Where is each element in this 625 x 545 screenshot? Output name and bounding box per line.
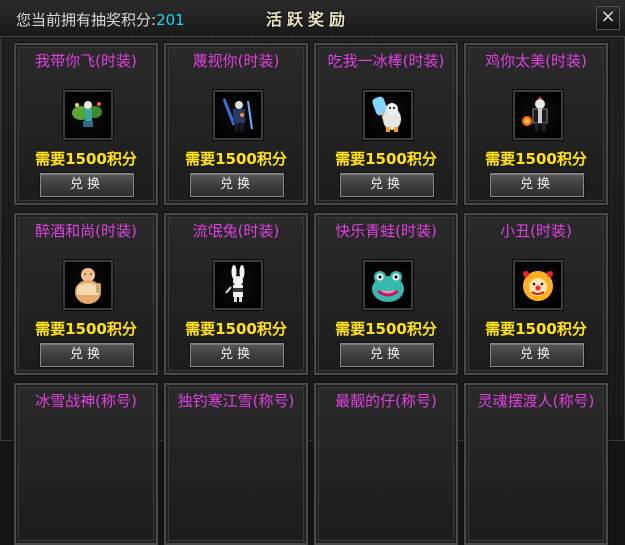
reward-cost: 需要1500积分 [35, 320, 137, 338]
redeem-button[interactable]: 兑换 [190, 343, 284, 367]
reward-name: 蔑视你(时装) [192, 52, 280, 70]
reward-card: 醉酒和尚(时装) 需要1500积分兑换 [13, 212, 159, 376]
reward-name: 冰雪战神(称号) [35, 392, 137, 410]
reward-grid: 我带你飞(时装) 需要1500积分 兑换 蔑视你(时装) 需要1500积分 兑换 吃我一冰棒… [0, 0, 625, 545]
redeem-button[interactable]: 兑换 [490, 173, 584, 197]
reward-card: 最靓的仔(称号) [313, 382, 459, 545]
reward-cost: 需要1500积分 [335, 150, 437, 168]
reward-cost: 需要1500积分 [335, 320, 437, 338]
reward-cost: 需要1500积分 [185, 150, 287, 168]
happy-frog-fashion-icon[interactable] [362, 259, 414, 311]
reward-name: 灵魂摆渡人(称号) [477, 392, 595, 410]
drunk-monk-fashion-icon[interactable] [62, 259, 114, 311]
reward-card: 吃我一冰棒(时装) 需要1500积分兑换 [313, 42, 459, 206]
redeem-button[interactable]: 兑换 [490, 343, 584, 367]
reward-name: 最靓的仔(称号) [335, 392, 437, 410]
redeem-button[interactable]: 兑换 [40, 343, 134, 367]
reward-cost: 需要1500积分 [485, 150, 587, 168]
redeem-button[interactable]: 兑换 [40, 173, 134, 197]
ice-popsicle-fashion-icon[interactable] [362, 89, 414, 141]
reward-name: 我带你飞(时装) [35, 52, 137, 70]
reward-card: 鸡你太美(时装) 需要1500积分兑换 [463, 42, 609, 206]
redeem-button[interactable]: 兑换 [340, 173, 434, 197]
reward-name: 鸡你太美(时装) [485, 52, 587, 70]
reward-cost: 需要1500积分 [35, 150, 137, 168]
reward-card: 流氓兔(时装) 需要1500积分兑换 [163, 212, 309, 376]
reward-card: 我带你飞(时装) 需要1500积分兑换 [13, 42, 159, 206]
reward-card: 快乐青蛙(时装) 需要1500积分兑换 [313, 212, 459, 376]
chicken-fashion-icon[interactable] [512, 89, 564, 141]
reward-card: 独钓寒江雪(称号) [163, 382, 309, 545]
reward-name: 醉酒和尚(时装) [35, 222, 137, 240]
rogue-rabbit-fashion-icon[interactable] [212, 259, 264, 311]
reward-card: 小丑(时装) 需要1500积分兑换 [463, 212, 609, 376]
armored-fashion-icon[interactable] [212, 89, 264, 141]
redeem-button[interactable]: 兑换 [340, 343, 434, 367]
reward-cost: 需要1500积分 [485, 320, 587, 338]
reward-cost: 需要1500积分 [185, 320, 287, 338]
reward-name: 吃我一冰棒(时装) [327, 52, 445, 70]
reward-name: 独钓寒江雪(称号) [177, 392, 295, 410]
flying-fashion-icon[interactable] [62, 89, 114, 141]
reward-name: 快乐青蛙(时装) [335, 222, 437, 240]
reward-name: 小丑(时装) [500, 222, 572, 240]
reward-card: 蔑视你(时装) 需要1500积分兑换 [163, 42, 309, 206]
reward-card: 灵魂摆渡人(称号) [463, 382, 609, 545]
redeem-button[interactable]: 兑换 [190, 173, 284, 197]
reward-name: 流氓兔(时装) [192, 222, 280, 240]
clown-fashion-icon[interactable] [512, 259, 564, 311]
reward-card: 冰雪战神(称号) [13, 382, 159, 545]
